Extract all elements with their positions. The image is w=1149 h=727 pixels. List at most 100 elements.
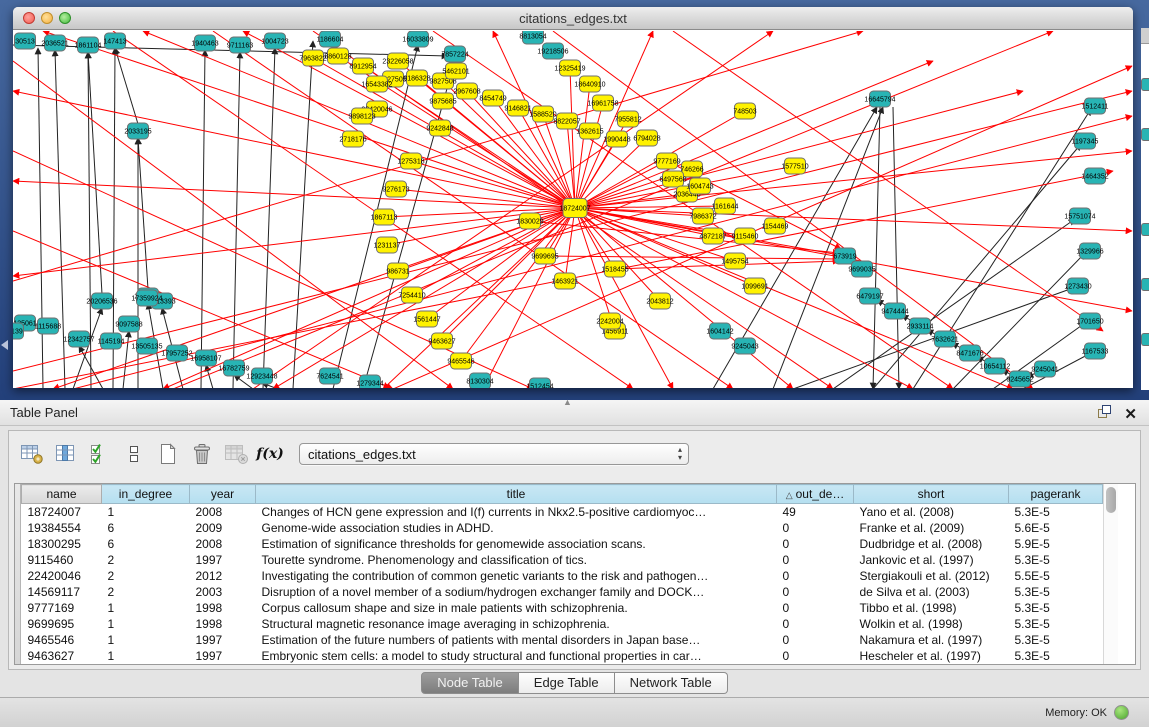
network-node[interactable]: 16645794 bbox=[864, 91, 895, 107]
cell-in_degree[interactable]: 2 bbox=[102, 584, 190, 600]
network-node[interactable]: 1197345 bbox=[1072, 133, 1099, 149]
trash-icon[interactable] bbox=[187, 441, 217, 467]
column-header-in_degree[interactable]: in_degree bbox=[102, 485, 190, 504]
cell-in_degree[interactable]: 6 bbox=[102, 520, 190, 536]
table-row[interactable]: 1830029562008Estimation of significance … bbox=[22, 536, 1103, 552]
cell-short[interactable]: Franke et al. (2009) bbox=[854, 520, 1009, 536]
cell-pagerank[interactable]: 5.3E-5 bbox=[1009, 552, 1103, 568]
network-node[interactable]: 1604142 bbox=[706, 323, 733, 339]
network-node[interactable]: 16961758 bbox=[587, 95, 618, 111]
network-node[interactable]: 8860128 bbox=[324, 48, 351, 64]
network-node[interactable]: 1990448 bbox=[603, 131, 630, 147]
cell-title[interactable]: Estimation of the future numbers of pati… bbox=[256, 632, 777, 648]
network-node[interactable]: 7963822 bbox=[299, 50, 326, 66]
network-node[interactable]: 147413 bbox=[103, 33, 126, 49]
cell-title[interactable]: Structural magnetic resonance image aver… bbox=[256, 616, 777, 632]
network-node[interactable]: 12923448 bbox=[246, 368, 277, 384]
network-node[interactable]: 7857224 bbox=[441, 46, 468, 62]
cell-name[interactable]: 19384554 bbox=[22, 520, 102, 536]
column-header-short[interactable]: short bbox=[854, 485, 1009, 504]
network-node[interactable]: 986731 bbox=[386, 263, 409, 279]
network-node[interactable]: 8130304 bbox=[466, 373, 493, 388]
network-node[interactable]: 8912954 bbox=[349, 58, 376, 74]
table-row[interactable]: 977716911998Corpus callosum shape and si… bbox=[22, 600, 1103, 616]
cell-title[interactable]: Embryonic stem cells: a model to study s… bbox=[256, 648, 777, 664]
network-node[interactable]: 9097588 bbox=[115, 316, 142, 332]
cell-pagerank[interactable]: 5.3E-5 bbox=[1009, 632, 1103, 648]
network-node[interactable]: 1004723 bbox=[261, 33, 288, 49]
network-node[interactable]: 1512454 bbox=[526, 378, 553, 388]
network-node[interactable]: 1867113 bbox=[371, 209, 398, 225]
cell-title[interactable]: Investigating the contribution of common… bbox=[256, 568, 777, 584]
cell-out_degree[interactable]: 0 bbox=[777, 552, 854, 568]
cell-year[interactable]: 1997 bbox=[190, 552, 256, 568]
cell-short[interactable]: Wolkin et al. (1998) bbox=[854, 616, 1009, 632]
network-node[interactable]: 1495754 bbox=[721, 253, 748, 269]
network-node[interactable]: 1604743 bbox=[686, 178, 713, 194]
network-node[interactable]: 8471676 bbox=[956, 345, 983, 361]
cell-name[interactable]: 9115460 bbox=[22, 552, 102, 568]
cell-short[interactable]: Dudbridge et al. (2008) bbox=[854, 536, 1009, 552]
table-row[interactable]: 946554611997Estimation of the future num… bbox=[22, 632, 1103, 648]
new-document-icon[interactable] bbox=[153, 441, 183, 467]
cell-year[interactable]: 2003 bbox=[190, 584, 256, 600]
float-panel-button[interactable] bbox=[1098, 405, 1112, 424]
table-scrollbar[interactable] bbox=[1103, 484, 1118, 664]
network-node[interactable]: 12325419 bbox=[554, 60, 585, 76]
cell-pagerank[interactable]: 5.3E-5 bbox=[1009, 648, 1103, 664]
network-canvas[interactable]: 7963822886012889129542322605898275051654… bbox=[13, 31, 1133, 388]
network-node[interactable]: 1099691 bbox=[741, 278, 768, 294]
column-header-name[interactable]: name bbox=[22, 485, 102, 504]
network-node[interactable]: 12342757 bbox=[63, 331, 94, 347]
select-column-icon[interactable] bbox=[51, 441, 81, 467]
cell-pagerank[interactable]: 5.3E-5 bbox=[1009, 600, 1103, 616]
network-node[interactable]: 2242004 bbox=[596, 313, 623, 329]
cell-in_degree[interactable]: 1 bbox=[102, 632, 190, 648]
network-node[interactable]: 1518455 bbox=[601, 261, 628, 277]
network-node[interactable]: 1154469 bbox=[762, 218, 789, 234]
network-node[interactable]: 9115460 bbox=[732, 228, 759, 244]
cell-pagerank[interactable]: 5.3E-5 bbox=[1009, 504, 1103, 520]
network-node[interactable]: 9245041 bbox=[1031, 361, 1058, 377]
network-node[interactable]: 30513 bbox=[15, 33, 36, 49]
cell-year[interactable]: 2008 bbox=[190, 536, 256, 552]
table-row[interactable]: 946362711997Embryonic stem cells: a mode… bbox=[22, 648, 1103, 664]
cell-out_degree[interactable]: 0 bbox=[777, 616, 854, 632]
network-node[interactable]: 2718176 bbox=[339, 131, 366, 147]
cell-name[interactable]: 18724007 bbox=[22, 504, 102, 520]
network-node[interactable]: 1362615 bbox=[576, 123, 603, 139]
column-header-out_degree[interactable]: △out_de… bbox=[777, 485, 854, 504]
zoom-window-button[interactable] bbox=[59, 12, 71, 24]
collapse-left-panel-arrow-icon[interactable] bbox=[1, 340, 8, 350]
network-node[interactable]: 9465546 bbox=[447, 353, 474, 369]
network-node[interactable]: 16033809 bbox=[402, 31, 433, 47]
cell-pagerank[interactable]: 5.3E-5 bbox=[1009, 584, 1103, 600]
network-node[interactable]: 9699695 bbox=[531, 248, 558, 264]
network-node[interactable]: 1115688 bbox=[35, 318, 61, 334]
cell-name[interactable]: 9777169 bbox=[22, 600, 102, 616]
table-row[interactable]: 969969511998Structural magnetic resonanc… bbox=[22, 616, 1103, 632]
cell-name[interactable]: 14569117 bbox=[22, 584, 102, 600]
cell-short[interactable]: Jankovic et al. (1997) bbox=[854, 552, 1009, 568]
network-node[interactable]: 7955812 bbox=[614, 111, 641, 127]
network-node[interactable]: 1561447 bbox=[413, 311, 440, 327]
network-window-titlebar[interactable]: citations_edges.txt bbox=[13, 7, 1133, 30]
network-node[interactable]: 9777169 bbox=[653, 153, 680, 169]
network-node[interactable]: 1231137 bbox=[374, 237, 401, 253]
network-node[interactable]: 18640910 bbox=[574, 76, 605, 92]
network-node[interactable]: 9898123 bbox=[348, 108, 375, 124]
close-window-button[interactable] bbox=[23, 12, 35, 24]
network-node[interactable]: 1463921 bbox=[551, 273, 578, 289]
cell-out_degree[interactable]: 0 bbox=[777, 568, 854, 584]
tab-network-table[interactable]: Network Table bbox=[615, 672, 728, 694]
network-node[interactable]: 1275318 bbox=[397, 153, 424, 169]
network-node[interactable]: 1512411 bbox=[1082, 98, 1109, 114]
table-row[interactable]: 1938455462009Genome-wide association stu… bbox=[22, 520, 1103, 536]
cell-out_degree[interactable]: 0 bbox=[777, 536, 854, 552]
cell-short[interactable]: Stergiakouli et al. (2012) bbox=[854, 568, 1009, 584]
cell-short[interactable]: de Silva et al. (2003) bbox=[854, 584, 1009, 600]
cell-pagerank[interactable]: 5.3E-5 bbox=[1009, 616, 1103, 632]
cell-pagerank[interactable]: 5.6E-5 bbox=[1009, 520, 1103, 536]
network-node[interactable]: 1279344 bbox=[356, 375, 383, 388]
network-node[interactable]: 6794028 bbox=[633, 130, 660, 146]
